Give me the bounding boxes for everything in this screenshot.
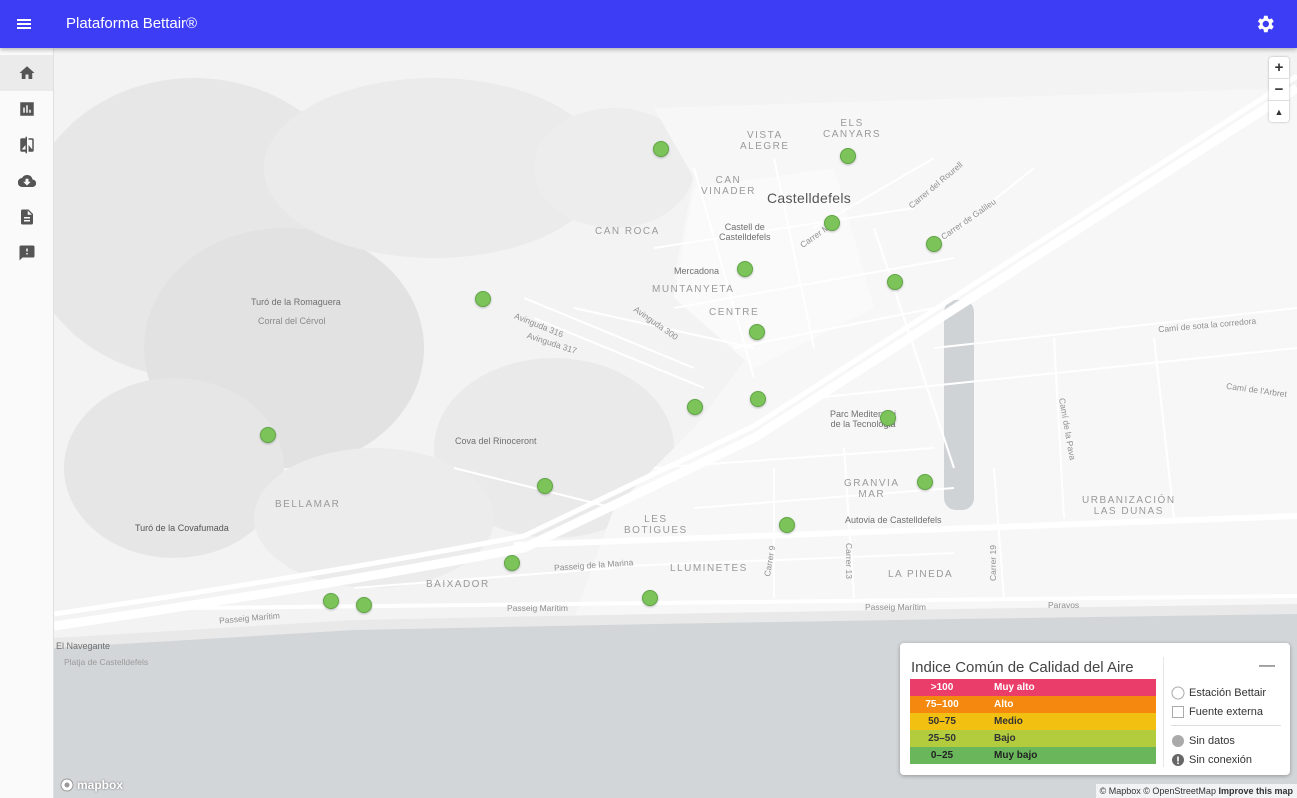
map-label-muntanyeta: MUNTANYETA	[652, 284, 735, 295]
station-marker[interactable]	[840, 148, 856, 164]
home-icon	[19, 66, 34, 79]
aq-level-muy-bajo: 0–25 Muy bajo	[910, 747, 1156, 764]
key-no-data: Sin datos	[1171, 731, 1281, 750]
map-label-castelldefels: Castelldefels	[767, 190, 852, 206]
map-label-autovia: Autovia de Castelldefels	[845, 515, 942, 525]
attribution-text: © Mapbox © OpenStreetMap	[1099, 786, 1216, 796]
map-label-platja: Platja de Castelldefels	[64, 657, 149, 667]
station-marker[interactable]	[779, 517, 795, 533]
mapbox-icon	[60, 778, 74, 792]
station-marker[interactable]	[737, 261, 753, 277]
app-bar: Plataforma Bettair®	[0, 0, 1297, 48]
nav-reports[interactable]	[0, 199, 53, 235]
menu-icon[interactable]	[12, 12, 36, 36]
map-label-urbanizacion: URBANIZACIÓN LAS DUNAS	[1082, 495, 1176, 517]
station-marker[interactable]	[917, 474, 933, 490]
station-marker[interactable]	[750, 391, 766, 407]
feedback-icon	[19, 245, 34, 261]
square-outline-icon	[1172, 705, 1184, 718]
key-external: Fuente externa	[1171, 702, 1281, 721]
document-icon	[20, 209, 33, 225]
aq-level-alto: 75–100 Alto	[910, 696, 1156, 713]
map-label-carrer19: Carrer 19	[987, 545, 998, 581]
legend-title: Indice Común de Calidad del Aire	[911, 659, 1134, 676]
map-label-passeig-maritim-2: Passeig Marítim	[507, 603, 568, 613]
station-marker[interactable]	[323, 593, 339, 609]
map-label-baixador: BAIXADOR	[426, 579, 490, 590]
nav-compare[interactable]	[0, 127, 53, 163]
station-marker[interactable]	[687, 399, 703, 415]
compass-icon[interactable]: ▲	[1269, 101, 1289, 122]
map-label-la-pineda: LA PINEDA	[888, 569, 954, 580]
station-marker[interactable]	[642, 590, 658, 606]
station-marker[interactable]	[887, 274, 903, 290]
map-label-vista-alegre: VISTA ALEGRE	[740, 130, 790, 152]
map-label-castell: Castell de Castelldefels	[719, 222, 771, 242]
map-label-carrer13: Carrer 13	[843, 543, 854, 579]
map-label-granvia: GRANVIA MAR	[844, 478, 900, 500]
map-label-can-roca: CAN ROCA	[595, 226, 660, 237]
map-label-mercadona: Mercadona	[674, 266, 720, 276]
nav-home[interactable]	[0, 55, 53, 91]
map-label-turo-romaguera: Turó de la Romaguera	[251, 297, 341, 307]
station-marker[interactable]	[880, 410, 896, 426]
station-marker[interactable]	[824, 215, 840, 231]
legend-divider	[1163, 657, 1164, 767]
key-station: Estación Bettair	[1171, 683, 1281, 702]
map-label-cova: Cova del Rinoceront	[455, 436, 537, 446]
aq-level-muy-alto: >100 Muy alto	[910, 679, 1156, 696]
circle-offline-icon	[1172, 753, 1184, 766]
map-label-can-vinader: CAN VINADER	[701, 175, 756, 197]
station-marker[interactable]	[504, 555, 520, 571]
station-marker[interactable]	[260, 427, 276, 443]
map-label-centre: CENTRE	[709, 307, 760, 318]
app-title: Plataforma Bettair®	[66, 15, 198, 32]
nav-charts[interactable]	[0, 91, 53, 127]
map-attribution: © Mapbox © OpenStreetMap Improve this ma…	[1095, 784, 1297, 798]
legend-collapse-button[interactable]: —	[1259, 657, 1275, 675]
compare-icon	[19, 136, 34, 154]
key-offline: Sin conexión	[1171, 750, 1281, 769]
legend-keys: Estación Bettair Fuente externa Sin dato…	[1171, 683, 1281, 769]
station-marker[interactable]	[537, 478, 553, 494]
zoom-in-button[interactable]: +	[1269, 57, 1289, 79]
map-label-els-canyars: ELS CANYARS	[823, 118, 882, 140]
aq-level-bajo: 25–50 Bajo	[910, 730, 1156, 747]
station-marker[interactable]	[749, 324, 765, 340]
gear-icon[interactable]	[1254, 13, 1276, 35]
map-label-bellamar: BELLAMAR	[275, 499, 341, 510]
station-marker[interactable]	[475, 291, 491, 307]
mapbox-logo: mapbox	[60, 778, 123, 792]
map-label-les-botigues: LES BOTIGUES	[624, 514, 688, 536]
zoom-control: + − ▲	[1269, 57, 1289, 122]
cloud-download-icon	[17, 175, 36, 188]
map-label-corral-cervol: Corral del Cérvol	[258, 316, 326, 326]
aq-scale: >100 Muy alto 75–100 Alto 50–75 Medio 25–50…	[910, 679, 1156, 764]
map-label-turo-covafumada: Turó de la Covafumada	[135, 523, 229, 533]
key-separator	[1171, 725, 1281, 726]
map-label-paravos: Paravos	[1048, 600, 1080, 610]
nav-feedback[interactable]	[0, 235, 53, 271]
map-label-el-navegante: El Navegante	[56, 641, 111, 651]
map-label-passeig-maritim-3: Passeig Marítim	[865, 602, 926, 612]
station-marker[interactable]	[356, 597, 372, 613]
station-marker[interactable]	[926, 236, 942, 252]
aq-level-medio: 50–75 Medio	[910, 713, 1156, 730]
nav-download[interactable]	[0, 163, 53, 199]
zoom-out-button[interactable]: −	[1269, 79, 1289, 101]
map-label-lluminetes: LLUMINETES	[670, 563, 748, 574]
station-marker[interactable]	[653, 141, 669, 157]
aq-legend: Indice Común de Calidad del Aire — >100 M…	[900, 643, 1290, 775]
circle-outline-icon	[1171, 686, 1185, 699]
bar-chart-icon	[19, 102, 34, 116]
circle-grey-icon	[1172, 734, 1184, 747]
improve-map-link[interactable]: Improve this map	[1218, 786, 1293, 796]
side-nav	[0, 48, 54, 798]
